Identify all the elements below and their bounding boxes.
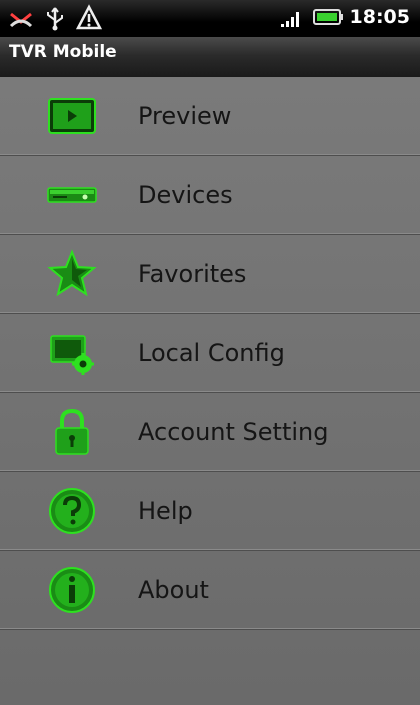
usb-icon: [47, 7, 63, 31]
menu-item-label: Account Setting: [138, 418, 329, 446]
system-indicators: 18:05: [280, 6, 410, 28]
menu-item-local-config[interactable]: Local Config: [0, 314, 420, 393]
menu-item-favorites[interactable]: Favorites: [0, 235, 420, 314]
menu-item-label: Devices: [138, 181, 233, 209]
menu-item-about[interactable]: About: [0, 551, 420, 630]
menu-item-account-setting[interactable]: Account Setting: [0, 393, 420, 472]
menu-item-label: Favorites: [138, 260, 247, 288]
menu-item-devices[interactable]: Devices: [0, 156, 420, 235]
main-menu: Preview Devices Favorites Local Config A…: [0, 77, 420, 705]
missed-call-icon: [9, 12, 33, 28]
empty-area: [0, 630, 420, 705]
title-bar: TVR Mobile: [0, 37, 420, 77]
help-icon: [49, 488, 95, 534]
local-config-icon: [50, 335, 94, 375]
menu-item-help[interactable]: Help: [0, 472, 420, 551]
signal-icon: [280, 12, 299, 27]
menu-item-label: Help: [138, 497, 193, 525]
info-icon: [49, 567, 95, 613]
menu-list: Preview Devices Favorites Local Config A…: [0, 77, 420, 630]
menu-item-label: About: [138, 576, 209, 604]
menu-item-preview[interactable]: Preview: [0, 77, 420, 156]
star-icon: [47, 249, 97, 297]
preview-icon: [48, 98, 96, 134]
battery-icon: [312, 9, 343, 25]
status-bar: 18:05: [0, 0, 420, 37]
menu-item-label: Preview: [138, 102, 232, 130]
status-time: 18:05: [349, 6, 410, 28]
menu-item-label: Local Config: [138, 339, 285, 367]
warning-icon: [76, 4, 102, 30]
app-title: TVR Mobile: [9, 42, 117, 62]
lock-icon: [55, 408, 89, 455]
devices-icon: [47, 187, 97, 203]
notification-icons: [8, 4, 102, 32]
